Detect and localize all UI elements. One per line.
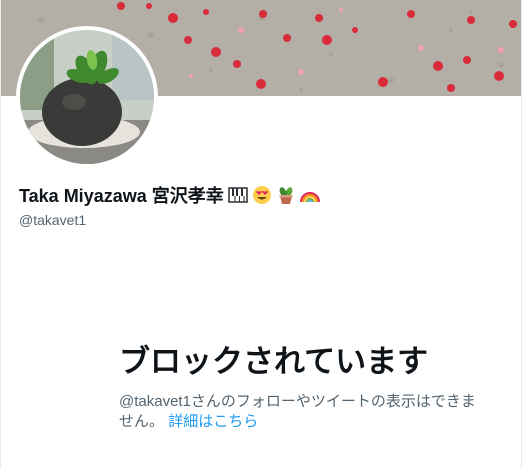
potted-plant-icon bbox=[279, 187, 293, 204]
profile-display-name-row: Taka Miyazawa 宮沢孝幸 bbox=[19, 182, 320, 208]
learn-more-link[interactable]: 詳細はこちら bbox=[168, 413, 258, 430]
blocked-message: @takavet1さんのフォローやツイートの表示はできません。 詳細はこちら bbox=[119, 392, 489, 432]
profile-handle: @takavet1 bbox=[19, 212, 87, 228]
blocked-notice: ブロックされています @takavet1さんのフォローやツイートの表示はできませ… bbox=[119, 342, 489, 432]
profile-display-name: Taka Miyazawa 宮沢孝幸 bbox=[19, 186, 224, 206]
avatar-photo bbox=[20, 30, 154, 164]
blocked-title: ブロックされています bbox=[119, 344, 429, 379]
potted-plant-photo-icon bbox=[20, 30, 154, 164]
rainbow-icon bbox=[299, 192, 320, 203]
heart-eyes-icon bbox=[252, 186, 271, 204]
profile-page: Taka Miyazawa 宮沢孝幸 @takavet1 ブロックされています … bbox=[0, 0, 522, 469]
profile-avatar[interactable] bbox=[16, 26, 158, 168]
piano-keys-icon bbox=[227, 187, 248, 203]
